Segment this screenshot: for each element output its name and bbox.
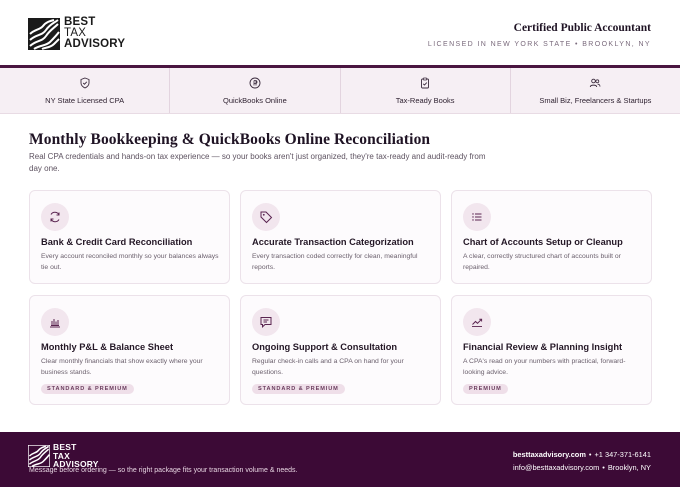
footer-message: Message before ordering — so the right p… bbox=[29, 467, 298, 474]
header-subtitle: LICENSED IN NEW YORK STATE • BROOKLYN, N… bbox=[427, 41, 651, 48]
card-icon-wrap bbox=[41, 308, 69, 336]
card-description: Clear monthly financials that show exact… bbox=[41, 358, 203, 376]
plan-badge: STANDARD & PREMIUM bbox=[41, 384, 134, 394]
service-card-reconciliation[interactable]: Bank & Credit Card Reconciliation Every … bbox=[29, 190, 230, 284]
card-icon-wrap bbox=[252, 203, 280, 231]
service-card-chart-of-accounts[interactable]: Chart of Accounts Setup or Cleanup A cle… bbox=[451, 190, 652, 284]
card-icon-wrap bbox=[463, 203, 491, 231]
clipboard-check-icon bbox=[421, 77, 430, 89]
card-icon-wrap bbox=[463, 308, 491, 336]
card-description: A CPA's read on your numbers with practi… bbox=[463, 358, 626, 376]
tag-icon bbox=[260, 211, 273, 224]
card-description: Every transaction coded correctly for cl… bbox=[252, 253, 418, 271]
card-title: Accurate Transaction Categorization bbox=[252, 237, 414, 247]
footer-contact-line2: info@besttaxadvisory.com • Brooklyn, NY bbox=[513, 461, 651, 474]
card-title: Bank & Credit Card Reconciliation bbox=[41, 237, 193, 247]
chat-icon bbox=[260, 317, 272, 328]
card-title: Ongoing Support & Consultation bbox=[252, 342, 398, 352]
feature-item-audience: Small Biz, Freelancers & Startups bbox=[511, 68, 680, 113]
trend-up-icon bbox=[472, 318, 483, 327]
footer-contact: besttaxadvisory.com • +1 347-371-6141 info… bbox=[513, 448, 651, 474]
plan-badge: PREMIUM bbox=[463, 384, 508, 394]
logo-mark-icon bbox=[28, 17, 60, 50]
footer-location: Brooklyn, NY bbox=[607, 463, 651, 472]
site-footer: BEST TAX ADVISORY Message before orderin… bbox=[0, 432, 680, 487]
feature-label: NY State Licensed CPA bbox=[45, 96, 125, 105]
page-subtitle: Real CPA credentials and hands-on tax ex… bbox=[29, 152, 486, 173]
footer-logo[interactable]: BEST TAX ADVISORY bbox=[28, 443, 99, 469]
plan-badge: STANDARD & PREMIUM bbox=[252, 384, 345, 394]
refresh-icon bbox=[50, 211, 60, 223]
service-card-support[interactable]: Ongoing Support & Consultation Regular c… bbox=[240, 295, 441, 405]
card-title: Financial Review & Planning Insight bbox=[463, 342, 623, 352]
service-card-review[interactable]: Financial Review & Planning Insight A CP… bbox=[451, 295, 652, 405]
bullet-separator: • bbox=[602, 463, 605, 472]
feature-item-licensed-cpa: NY State Licensed CPA bbox=[0, 68, 171, 113]
website-link[interactable]: besttaxadvisory.com bbox=[513, 450, 586, 459]
service-card-categorization[interactable]: Accurate Transaction Categorization Ever… bbox=[240, 190, 441, 284]
card-description: A clear, correctly structured chart of a… bbox=[463, 253, 621, 271]
logo-mark-icon bbox=[28, 444, 50, 467]
site-header: BEST TAX ADVISORY Certified Public Accou… bbox=[0, 0, 680, 65]
feature-label: QuickBooks Online bbox=[222, 96, 287, 105]
phone-link[interactable]: +1 347-371-6141 bbox=[594, 450, 651, 459]
footer-contact-line1: besttaxadvisory.com • +1 347-371-6141 bbox=[513, 448, 651, 461]
feature-label: Tax-Ready Books bbox=[395, 96, 455, 105]
feature-strip: NY State Licensed CPA QuickBooks Online … bbox=[0, 68, 680, 114]
quickbooks-icon bbox=[249, 77, 261, 89]
card-title: Monthly P&L & Balance Sheet bbox=[41, 342, 174, 352]
header-title: Certified Public Accountant bbox=[513, 22, 651, 34]
page-title: Monthly Bookkeeping & QuickBooks Online … bbox=[29, 131, 431, 148]
bullet-separator: • bbox=[588, 450, 592, 459]
email-link[interactable]: info@besttaxadvisory.com bbox=[513, 463, 599, 472]
card-description: Regular check-in calls and a CPA on hand… bbox=[252, 358, 404, 376]
header-credentials: Certified Public Accountant LICENSED IN … bbox=[428, 22, 651, 48]
users-icon bbox=[590, 78, 601, 88]
service-card-financials[interactable]: Monthly P&L & Balance Sheet Clear monthl… bbox=[29, 295, 230, 405]
bank-icon bbox=[50, 319, 60, 328]
shield-check-icon bbox=[80, 77, 90, 89]
card-icon-wrap bbox=[252, 308, 280, 336]
feature-item-quickbooks: QuickBooks Online bbox=[170, 68, 341, 113]
card-title: Chart of Accounts Setup or Cleanup bbox=[463, 237, 623, 247]
card-icon-wrap bbox=[41, 203, 69, 231]
feature-item-tax-ready: Tax-Ready Books bbox=[341, 68, 511, 113]
list-icon bbox=[472, 213, 482, 221]
logo-word-advisory: ADVISORY bbox=[64, 38, 126, 50]
footer-wordmark: BEST TAX ADVISORY bbox=[53, 443, 99, 469]
card-description: Every account reconciled monthly so your… bbox=[41, 253, 219, 271]
brand-logo[interactable]: BEST TAX ADVISORY bbox=[28, 16, 126, 50]
logo-wordmark: BEST TAX ADVISORY bbox=[64, 16, 126, 50]
feature-label: Small Biz, Freelancers & Startups bbox=[539, 96, 652, 105]
